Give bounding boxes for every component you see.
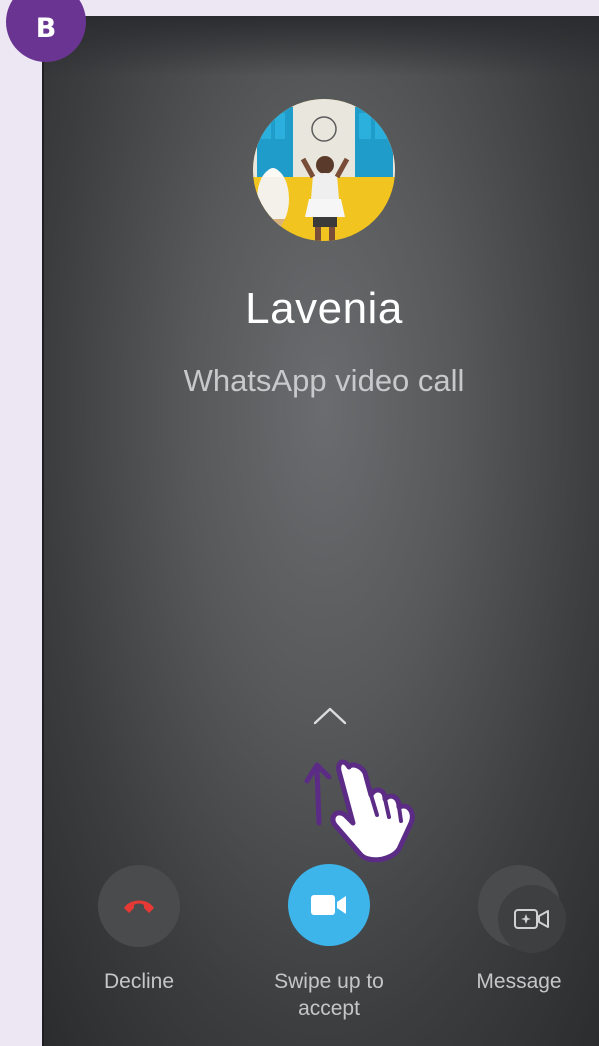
caller-avatar	[253, 99, 395, 241]
video-message-overlay[interactable]	[498, 885, 566, 953]
decline-button[interactable]	[98, 865, 180, 947]
video-camera-icon	[311, 895, 346, 915]
caller-name: Lavenia	[245, 284, 403, 333]
accept-label: Swipe up to accept	[274, 970, 384, 1020]
incoming-call-screen: Lavenia WhatsApp video call Decline Swip…	[42, 16, 599, 1046]
caller-photo	[253, 99, 395, 241]
video-sparkle-icon	[514, 909, 549, 929]
phone-hangup-icon	[124, 900, 154, 913]
accept-button[interactable]	[288, 864, 370, 946]
message-label: Message	[476, 970, 562, 993]
call-type-label: WhatsApp video call	[183, 363, 465, 398]
chevron-up-icon	[313, 707, 347, 725]
swipe-up-hand-icon	[304, 759, 415, 863]
decline-label: Decline	[103, 970, 175, 993]
